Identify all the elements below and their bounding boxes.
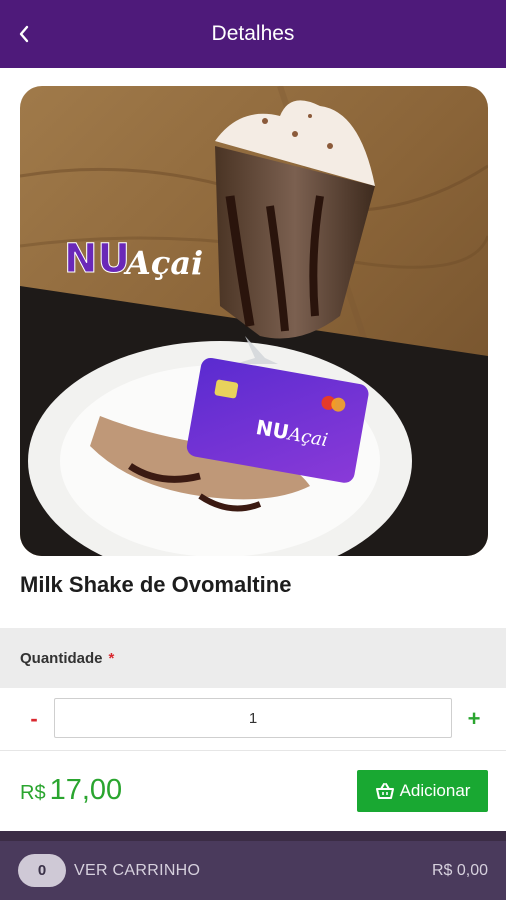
- product-image: NU Açai NU Açai: [20, 86, 488, 556]
- cart-total: R$ 0,00: [431, 862, 488, 879]
- app-header: Detalhes: [0, 0, 506, 68]
- add-to-cart-button[interactable]: Adicionar: [357, 770, 488, 812]
- product-price: R$ 17,00: [20, 774, 122, 807]
- svg-text:NU: NU: [64, 236, 130, 282]
- quantity-label: Quantidade *: [20, 650, 114, 667]
- bottom-divider: [0, 831, 506, 841]
- price-row: R$ 17,00 Adicionar: [0, 751, 506, 831]
- quantity-stepper: - +: [0, 688, 506, 751]
- svg-text:Açai: Açai: [123, 244, 203, 282]
- add-button-label: Adicionar: [399, 781, 471, 800]
- cart-bar[interactable]: 0 VER CARRINHO R$ 0,00: [0, 841, 506, 900]
- page-title: Detalhes: [211, 22, 295, 45]
- cart-count-badge: 0: [18, 854, 66, 887]
- increment-button[interactable]: +: [462, 704, 486, 734]
- basket-icon: [375, 783, 394, 799]
- decrement-button[interactable]: -: [22, 704, 46, 734]
- quantity-section-header: Quantidade *: [0, 628, 506, 688]
- product-name: Milk Shake de Ovomaltine: [20, 572, 292, 597]
- required-mark: *: [108, 650, 115, 667]
- quantity-label-text: Quantidade: [20, 650, 103, 667]
- quantity-input[interactable]: [54, 698, 452, 738]
- price-value: 17,00: [49, 774, 123, 806]
- view-cart-label[interactable]: VER CARRINHO: [74, 862, 200, 880]
- price-currency: R$: [20, 782, 46, 804]
